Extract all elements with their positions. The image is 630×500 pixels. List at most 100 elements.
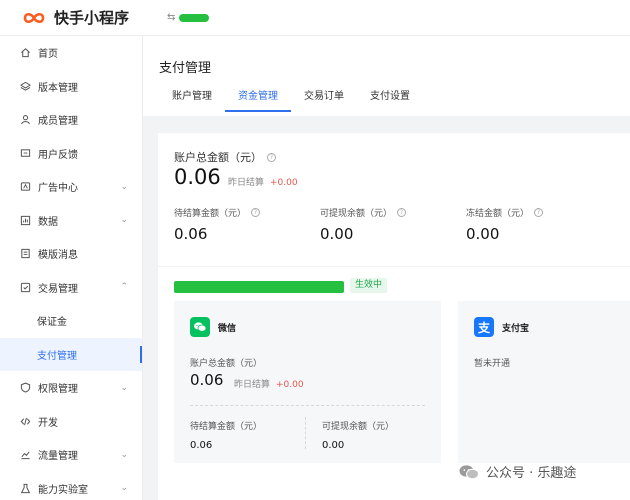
wechat-pending-label: 待结算金额（元） (190, 422, 263, 432)
sidebar-item-home[interactable]: 首页 (0, 36, 142, 70)
withdrawable-label: 可提现余额（元） (320, 209, 393, 219)
sidebar: 首页 版本管理 成员管理 用户反馈 广告中心 ⌄ 数据 ⌄ 模版消息 交易管理 … (0, 36, 143, 500)
template-icon (19, 248, 31, 260)
page-title: 支付管理 (159, 61, 212, 76)
sidebar-item-label: 开发 (38, 417, 58, 429)
vertical-dashed-divider (305, 417, 306, 449)
alipay-status: 暂未开通 (474, 359, 511, 369)
sidebar-item-label: 成员管理 (38, 116, 78, 128)
trade-icon (19, 281, 31, 293)
sidebar-item-version[interactable]: 版本管理 (0, 70, 142, 104)
alipay-name: 支付宝 (502, 323, 530, 334)
chevron-down-icon: ⌄ (120, 449, 128, 460)
sidebar-item-label: 权限管理 (38, 384, 78, 396)
wechat-yesterday-label: 昨日结算 (234, 380, 271, 390)
sidebar-item-ads[interactable]: 广告中心 ⌄ (0, 170, 142, 204)
switch-account-icon[interactable]: ⇆ (167, 12, 175, 23)
divider (158, 266, 630, 267)
wechat-official-account-icon (459, 464, 479, 479)
app-logo[interactable]: 快手小程序 (22, 7, 129, 28)
sidebar-item-data[interactable]: 数据 ⌄ (0, 204, 142, 238)
dashed-divider (190, 405, 425, 406)
wechat-withdrawable-label: 可提现余额（元） (322, 422, 395, 432)
yesterday-value: +0.00 (270, 178, 298, 188)
chevron-down-icon: ⌄ (120, 215, 128, 226)
alipay-account-card[interactable]: 支 支付宝 暂未开通 (458, 301, 630, 463)
help-icon[interactable]: ? (267, 152, 276, 162)
alipay-header: 支 支付宝 (474, 317, 529, 337)
sidebar-item-label: 数据 (38, 216, 58, 228)
wechat-icon (190, 317, 210, 337)
sidebar-item-label: 流量管理 (38, 451, 78, 463)
help-icon[interactable]: ? (397, 208, 407, 217)
watermark: 公众号 · 乐趣途 (458, 462, 576, 481)
top-bar: 快手小程序 ⇆ (0, 0, 630, 36)
sidebar-item-label: 模版消息 (38, 250, 78, 262)
watermark-text: 公众号 · 乐趣途 (486, 466, 577, 481)
help-icon[interactable]: ? (251, 208, 261, 217)
help-icon[interactable]: ? (534, 208, 544, 217)
wechat-pending: 待结算金额（元） 0.06 (190, 419, 262, 451)
sidebar-item-payment[interactable]: 支付管理 (0, 337, 142, 371)
sidebar-item-trade[interactable]: 交易管理 ⌃ (0, 271, 142, 305)
sidebar-item-feedback[interactable]: 用户反馈 (0, 137, 142, 171)
total-amount-label: 账户总金额（元） ? (174, 149, 276, 165)
tab-settings[interactable]: 支付设置 (357, 90, 423, 112)
total-amount-label-text: 账户总金额（元） (174, 151, 262, 164)
tab-account[interactable]: 账户管理 (159, 90, 225, 112)
sidebar-item-label: 保证金 (37, 317, 67, 329)
sidebar-item-label: 能力实验室 (38, 484, 88, 496)
sidebar-item-develop[interactable]: 开发 (0, 405, 142, 439)
tab-funds[interactable]: 资金管理 (225, 90, 291, 112)
shield-icon (19, 382, 31, 394)
wechat-withdrawable-value: 0.00 (322, 440, 345, 451)
wechat-total-label: 账户总金额（元） (190, 359, 263, 369)
withdrawable-metric: 可提现余额（元）? 0.00 (320, 206, 407, 243)
wechat-name: 微信 (218, 323, 237, 334)
pending-label: 待结算金额（元） (174, 209, 247, 219)
frozen-value: 0.00 (466, 225, 500, 243)
withdrawable-value: 0.00 (320, 225, 354, 243)
yesterday-label: 昨日结算 (228, 178, 265, 188)
sidebar-item-label: 版本管理 (38, 82, 78, 94)
status-badge: 生效中 (350, 278, 388, 293)
chevron-up-icon: ⌃ (120, 282, 128, 293)
total-amount-value: 0.06 (174, 165, 221, 189)
wechat-header: 微信 (190, 317, 236, 337)
sidebar-item-label: 首页 (38, 49, 58, 61)
pending-value: 0.06 (174, 225, 208, 243)
sidebar-item-permissions[interactable]: 权限管理 ⌄ (0, 371, 142, 405)
frozen-label: 冻结金额（元） (466, 209, 530, 219)
account-name-redacted[interactable] (179, 13, 210, 22)
sidebar-item-members[interactable]: 成员管理 (0, 103, 142, 137)
sidebar-item-deposit[interactable]: 保证金 (0, 304, 142, 338)
funds-card: 账户总金额（元） ? 0.06 昨日结算 +0.00 待结算金额（元）? 0.06… (158, 133, 630, 500)
ad-icon (19, 181, 31, 193)
sidebar-item-label: 用户反馈 (38, 149, 78, 161)
sidebar-item-label: 广告中心 (38, 183, 78, 195)
lab-icon (19, 482, 31, 494)
page-header: 支付管理 账户管理 资金管理 交易订单 支付设置 (143, 36, 630, 116)
traffic-icon (19, 449, 31, 461)
merchant-name-redacted (174, 281, 344, 293)
alipay-icon: 支 (474, 317, 494, 337)
wechat-withdrawable: 可提现余额（元） 0.00 (322, 419, 394, 451)
sidebar-item-templates[interactable]: 模版消息 (0, 237, 142, 271)
chevron-down-icon: ⌄ (120, 181, 128, 192)
message-icon (19, 147, 31, 159)
yesterday-settlement: 昨日结算 +0.00 (228, 175, 298, 188)
tab-orders[interactable]: 交易订单 (291, 90, 357, 112)
wechat-yesterday-value: +0.00 (276, 380, 304, 390)
sidebar-item-lab[interactable]: 能力实验室 ⌄ (0, 472, 142, 500)
wechat-total-value: 0.06 (190, 371, 224, 389)
tab-bar: 账户管理 资金管理 交易订单 支付设置 (159, 90, 423, 112)
wechat-account-card[interactable]: 微信 账户总金额（元） 0.06 昨日结算 +0.00 待结算金额（元） 0.06… (174, 301, 441, 463)
chart-icon (19, 214, 31, 226)
wechat-yesterday: 昨日结算 +0.00 (234, 377, 304, 390)
code-icon (19, 415, 31, 427)
layers-icon (19, 80, 31, 92)
app-title: 快手小程序 (54, 9, 130, 27)
chevron-down-icon: ⌄ (120, 382, 128, 393)
sidebar-item-label: 支付管理 (37, 350, 77, 362)
sidebar-item-traffic[interactable]: 流量管理 ⌄ (0, 438, 142, 472)
